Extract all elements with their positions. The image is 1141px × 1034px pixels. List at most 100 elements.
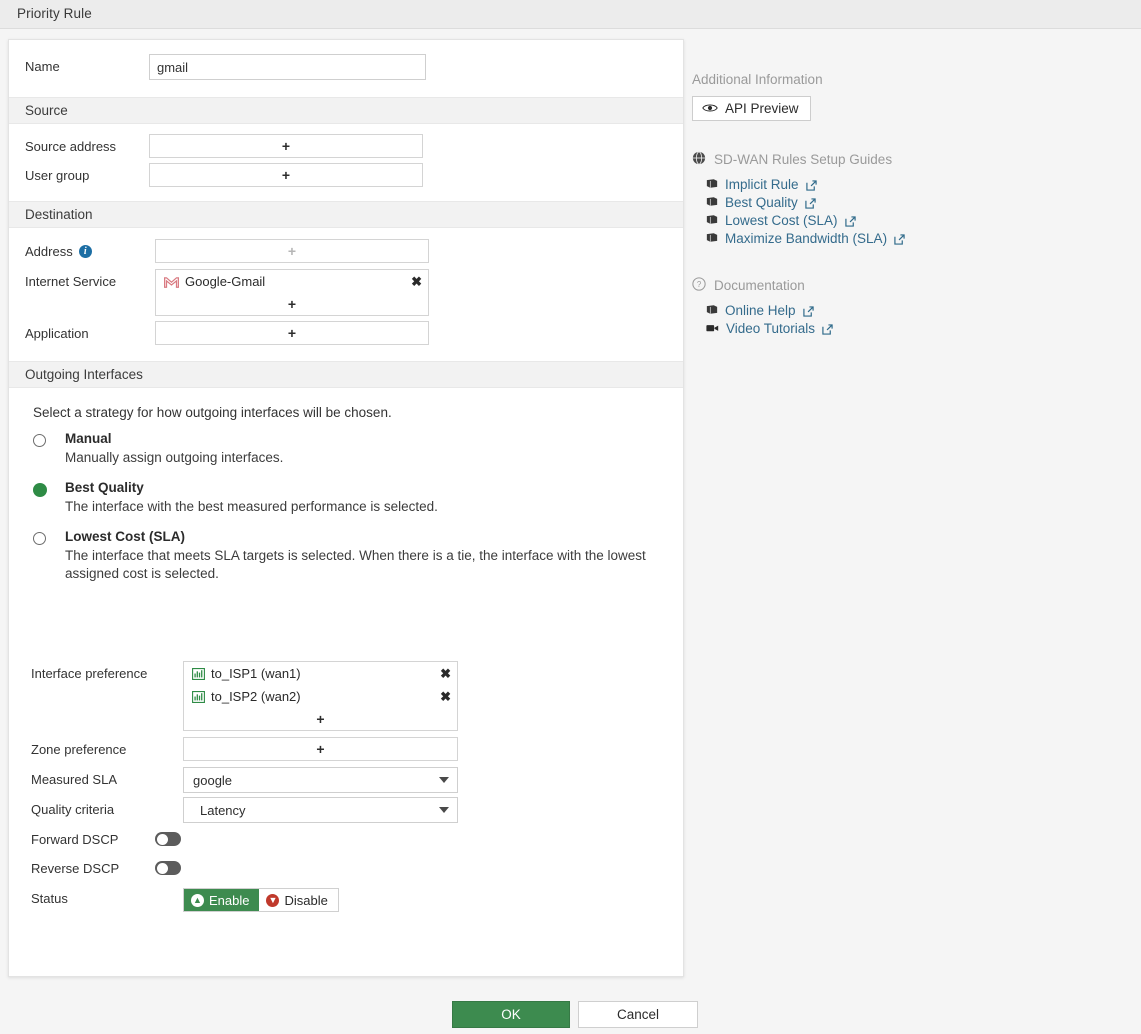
chevron-down-icon: [439, 807, 449, 813]
quality-criteria-label: Quality criteria: [31, 802, 115, 817]
group-sdwan-rules-setup-guides: SD-WAN Rules Setup Guides Implicit Rule: [692, 151, 1132, 247]
ok-button[interactable]: OK: [452, 1001, 570, 1028]
radio-best-quality[interactable]: [33, 483, 47, 497]
internet-service-item[interactable]: Google-Gmail ✖: [156, 270, 428, 293]
link-row-maximize-bandwidth[interactable]: Maximize Bandwidth (SLA): [706, 229, 1132, 247]
group-title-sdwan: SD-WAN Rules Setup Guides: [692, 151, 1132, 168]
dialog-title: Priority Rule: [17, 6, 92, 21]
sdwan-link-list: Implicit Rule Best Quality Lowest Cost (…: [692, 175, 1132, 247]
address-label: Address i: [25, 239, 155, 259]
interface-preference-item-label: to_ISP2 (wan2): [211, 689, 301, 704]
book-icon: [706, 303, 718, 318]
row-measured-sla: Measured SLA google: [9, 761, 683, 793]
link-row-implicit-rule[interactable]: Implicit Rule: [706, 175, 1132, 193]
address-label-text: Address: [25, 244, 73, 259]
toggle-knob: [156, 862, 168, 874]
row-name: Name: [9, 40, 683, 97]
interface-preference-item-remove-icon[interactable]: ✖: [440, 690, 451, 703]
group-title-sdwan-text: SD-WAN Rules Setup Guides: [714, 152, 893, 167]
application-box[interactable]: +: [155, 321, 429, 345]
measured-sla-value: google: [193, 772, 233, 788]
book-icon: [706, 177, 718, 192]
interface-icon: [192, 690, 205, 703]
link-row-video-tutorials[interactable]: Video Tutorials: [706, 319, 1132, 337]
link-row-online-help[interactable]: Online Help: [706, 301, 1132, 319]
internet-service-add-button[interactable]: +: [156, 293, 428, 315]
measured-sla-label: Measured SLA: [31, 772, 117, 787]
interface-preference-item[interactable]: to_ISP2 (wan2) ✖: [184, 685, 457, 708]
interface-preference-box[interactable]: to_ISP1 (wan1) ✖ to_ISP2 (wan2) ✖ +: [183, 661, 458, 731]
video-icon: [706, 321, 719, 336]
link-maximize-bandwidth-sla[interactable]: Maximize Bandwidth (SLA): [725, 231, 887, 246]
strategy-option-lowest-cost[interactable]: Lowest Cost (SLA) The interface that mee…: [9, 529, 683, 583]
status-disable-button[interactable]: ▼ Disable: [259, 889, 338, 911]
chevron-down-icon: [439, 777, 449, 783]
status-disable-label: Disable: [284, 892, 328, 908]
strategy-best-quality-title: Best Quality: [65, 480, 144, 495]
globe-icon: [692, 151, 706, 168]
status-enable-button[interactable]: ▲ Enable: [184, 889, 260, 911]
group-title-documentation-text: Documentation: [714, 278, 805, 293]
reverse-dscp-toggle[interactable]: [155, 861, 181, 875]
status-label: Status: [31, 891, 68, 906]
internet-service-box[interactable]: Google-Gmail ✖ +: [155, 269, 429, 316]
name-input[interactable]: [149, 54, 426, 80]
link-implicit-rule[interactable]: Implicit Rule: [725, 177, 799, 192]
additional-information-panel: Additional Information API Preview SD-WA…: [692, 72, 1132, 337]
name-label: Name: [25, 59, 60, 74]
external-link-icon: [894, 233, 905, 245]
external-link-icon: [805, 197, 816, 209]
info-icon[interactable]: i: [78, 245, 92, 258]
dialog-title-bar: Priority Rule: [0, 0, 1141, 29]
cancel-button[interactable]: Cancel: [578, 1001, 698, 1028]
link-lowest-cost-sla[interactable]: Lowest Cost (SLA): [725, 213, 838, 228]
zone-preference-add-button[interactable]: +: [184, 738, 457, 760]
radio-manual[interactable]: [33, 434, 46, 447]
internet-service-item-remove-icon[interactable]: ✖: [411, 275, 422, 288]
external-link-icon: [822, 323, 833, 335]
application-label: Application: [25, 326, 89, 341]
arrow-down-icon: ▼: [266, 893, 280, 907]
book-icon: [706, 231, 718, 246]
priority-rule-form-panel: Name Source Source address + User group …: [8, 39, 684, 977]
link-online-help[interactable]: Online Help: [725, 303, 796, 318]
user-group-add-button[interactable]: +: [150, 164, 422, 186]
link-video-tutorials[interactable]: Video Tutorials: [726, 321, 815, 336]
row-address: Address i +: [9, 228, 683, 263]
interface-preference-item[interactable]: to_ISP1 (wan1) ✖: [184, 662, 457, 685]
group-title-documentation: ? Documentation: [692, 277, 1132, 294]
documentation-link-list: Online Help Video Tutorials: [692, 301, 1132, 337]
source-address-add-button[interactable]: +: [150, 135, 422, 157]
forward-dscp-toggle[interactable]: [155, 832, 181, 846]
status-enable-label: Enable: [209, 892, 250, 908]
source-address-label: Source address: [25, 139, 117, 154]
user-group-box[interactable]: +: [149, 163, 423, 187]
radio-lowest-cost[interactable]: [33, 532, 46, 545]
group-documentation: ? Documentation Online Help Video Tutori…: [692, 277, 1132, 337]
link-best-quality[interactable]: Best Quality: [725, 195, 798, 210]
strategy-option-best-quality[interactable]: Best Quality The interface with the best…: [9, 480, 683, 516]
link-row-lowest-cost[interactable]: Lowest Cost (SLA): [706, 211, 1132, 229]
internet-service-label: Internet Service: [25, 274, 117, 289]
strategy-lowest-cost-title: Lowest Cost (SLA): [65, 529, 185, 544]
strategy-option-manual[interactable]: Manual Manually assign outgoing interfac…: [9, 431, 683, 467]
reverse-dscp-label: Reverse DSCP: [31, 861, 120, 876]
application-add-button[interactable]: +: [156, 322, 428, 344]
svg-text:?: ?: [697, 280, 702, 289]
interface-preference-item-remove-icon[interactable]: ✖: [440, 667, 451, 680]
row-interface-preference: Interface preference to_ISP1 (wan1) ✖ to…: [9, 596, 683, 731]
link-row-best-quality[interactable]: Best Quality: [706, 193, 1132, 211]
quality-criteria-select[interactable]: Latency: [183, 797, 458, 823]
interface-preference-add-button[interactable]: +: [184, 708, 457, 730]
source-address-box[interactable]: +: [149, 134, 423, 158]
zone-preference-box[interactable]: +: [183, 737, 458, 761]
address-box[interactable]: +: [155, 239, 429, 263]
forward-dscp-label: Forward DSCP: [31, 832, 119, 847]
measured-sla-select[interactable]: google: [183, 767, 458, 793]
interface-preference-label: Interface preference: [31, 666, 148, 681]
api-preview-button[interactable]: API Preview: [692, 96, 811, 121]
address-add-button[interactable]: +: [156, 240, 428, 262]
interface-icon: [192, 667, 205, 680]
api-preview-label: API Preview: [725, 101, 799, 116]
row-user-group: User group +: [9, 158, 683, 201]
